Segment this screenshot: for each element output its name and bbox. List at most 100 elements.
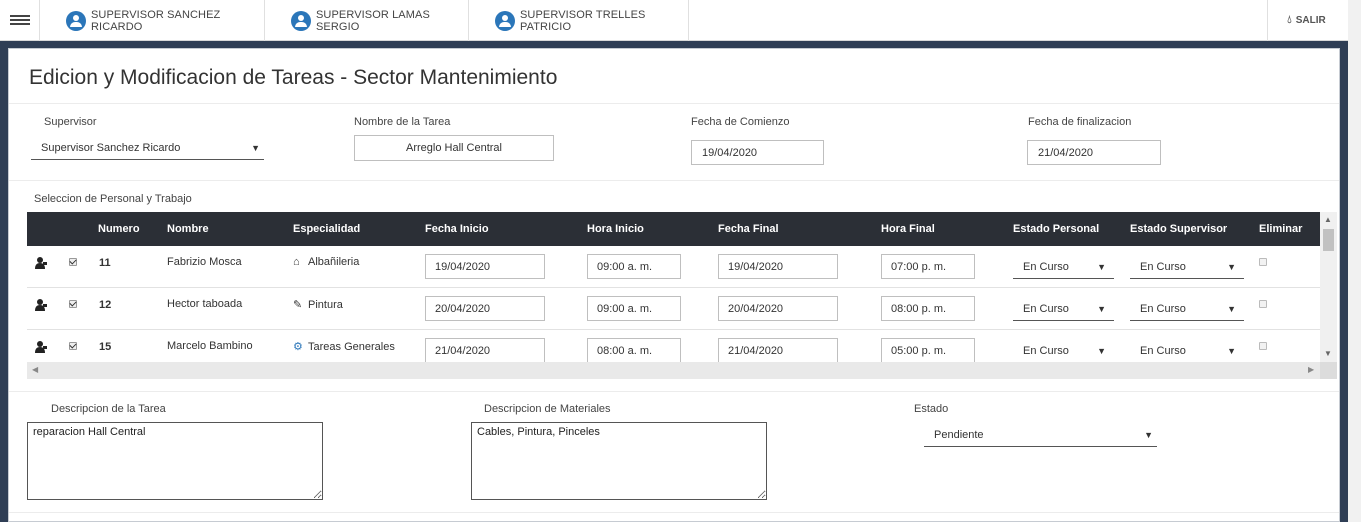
specialty-label: Tareas Generales: [308, 341, 395, 353]
state-value: Pendiente: [934, 429, 984, 441]
page-scrollbar[interactable]: [1348, 0, 1361, 522]
start-date-input[interactable]: 19/04/2020: [691, 140, 824, 165]
tab-label: SUPERVISOR LAMAS SERGIO: [316, 8, 430, 33]
select-value: En Curso: [1023, 260, 1069, 273]
col-hora-final: Hora Final: [881, 223, 935, 235]
divider: [9, 103, 1339, 104]
trowel-icon: ⌂: [293, 256, 300, 268]
page-title: Edicion y Modificacion de Tareas - Secto…: [29, 66, 558, 89]
row-delete-checkbox[interactable]: [1259, 258, 1267, 266]
row-especialidad: ✎ Pintura: [293, 298, 343, 311]
divider: [9, 512, 1339, 513]
row-fecha-inicio-input[interactable]: 20/04/2020: [425, 296, 545, 321]
task-description-label: Descripcion de la Tarea: [51, 403, 166, 415]
caret-down-icon: ▼: [1097, 303, 1106, 314]
caret-down-icon: ▼: [1097, 261, 1106, 272]
row-estado-supervisor-select[interactable]: En Curso ▼: [1130, 339, 1244, 363]
select-value: En Curso: [1140, 302, 1186, 315]
top-navbar: SUPERVISOR SANCHEZ RICARDO SUPERVISOR LA…: [0, 0, 1361, 41]
scroll-corner: [1320, 362, 1337, 379]
specialty-label: Albañileria: [308, 256, 360, 268]
row-hora-final-input[interactable]: 05:00 p. m.: [881, 338, 975, 363]
select-value: En Curso: [1140, 260, 1186, 273]
row-numero: 15: [99, 341, 112, 353]
row-fecha-final-input[interactable]: 20/04/2020: [718, 296, 838, 321]
row-fecha-inicio-input[interactable]: 19/04/2020: [425, 254, 545, 279]
row-delete-checkbox[interactable]: [1259, 300, 1267, 308]
end-date-input[interactable]: 21/04/2020: [1027, 140, 1161, 165]
row-hora-final-input[interactable]: 08:00 p. m.: [881, 296, 975, 321]
col-eliminar: Eliminar: [1259, 223, 1303, 235]
caret-down-icon: ▼: [1097, 345, 1106, 356]
user-icon: [291, 10, 311, 31]
row-fecha-inicio-input[interactable]: 21/04/2020: [425, 338, 545, 363]
row-especialidad: ⌂ Albañileria: [293, 256, 359, 268]
tools-icon: ⚙: [293, 341, 303, 353]
row-estado-supervisor-select[interactable]: En Curso ▼: [1130, 255, 1244, 279]
state-label: Estado: [914, 403, 949, 415]
scroll-up-icon[interactable]: ▲: [1324, 215, 1332, 224]
hamburger-menu-icon[interactable]: [0, 0, 40, 41]
caret-down-icon: ▼: [1227, 261, 1236, 272]
row-delete-checkbox[interactable]: [1259, 342, 1267, 350]
row-estado-personal-select[interactable]: En Curso ▼: [1013, 255, 1114, 279]
personnel-table: Numero Nombre Especialidad Fecha Inicio …: [27, 212, 1337, 379]
col-hora-inicio: Hora Inicio: [587, 223, 644, 235]
col-estado-personal: Estado Personal: [1013, 223, 1100, 235]
divider: [9, 180, 1339, 181]
end-date-label: Fecha de finalizacion: [1028, 116, 1132, 128]
col-numero: Numero: [98, 223, 140, 235]
worker-icon[interactable]: [34, 340, 48, 354]
scroll-left-icon[interactable]: ◀: [32, 365, 38, 374]
caret-down-icon: ▼: [1227, 303, 1236, 314]
start-date-label: Fecha de Comienzo: [691, 116, 790, 128]
scroll-down-icon[interactable]: ▼: [1324, 349, 1332, 358]
tab-supervisor-sanchez[interactable]: SUPERVISOR SANCHEZ RICARDO: [40, 0, 265, 41]
scroll-thumb[interactable]: [1323, 229, 1334, 251]
paint-roller-icon: ✎: [293, 299, 303, 311]
caret-down-icon: ▼: [251, 143, 260, 153]
row-fecha-final-input[interactable]: 21/04/2020: [718, 338, 838, 363]
materials-description-label: Descripcion de Materiales: [484, 403, 611, 415]
row-hora-final-input[interactable]: 07:00 p. m.: [881, 254, 975, 279]
task-description-textarea[interactable]: reparacion Hall Central: [27, 422, 323, 500]
row-nombre: Marcelo Bambino: [167, 340, 253, 352]
scroll-right-icon[interactable]: ▶: [1308, 365, 1314, 374]
row-select-checkbox[interactable]: [69, 342, 77, 350]
personnel-section-label: Seleccion de Personal y Trabajo: [34, 193, 192, 205]
worker-icon[interactable]: [34, 298, 48, 312]
row-hora-inicio-input[interactable]: 09:00 a. m.: [587, 296, 681, 321]
task-name-label: Nombre de la Tarea: [354, 116, 451, 128]
tab-label: SUPERVISOR TRELLES PATRICIO: [520, 8, 646, 33]
supervisor-select[interactable]: Supervisor Sanchez Ricardo ▼: [31, 137, 264, 160]
exit-button[interactable]: 💧︎ SALIR: [1267, 0, 1345, 41]
specialty-label: Pintura: [308, 299, 343, 311]
row-estado-personal-select[interactable]: En Curso ▼: [1013, 297, 1114, 321]
table-row: 12 Hector taboada ✎ Pintura 20/04/2020 09…: [27, 288, 1320, 330]
row-estado-personal-select[interactable]: En Curso ▼: [1013, 339, 1114, 363]
table-horizontal-scrollbar[interactable]: ◀ ▶: [27, 362, 1337, 379]
drop-icon: 💧︎: [1287, 14, 1292, 26]
materials-description-textarea[interactable]: Cables, Pintura, Pinceles: [471, 422, 767, 500]
row-select-checkbox[interactable]: [69, 300, 77, 308]
user-icon: [66, 10, 86, 31]
col-fecha-inicio: Fecha Inicio: [425, 223, 489, 235]
tab-supervisor-trelles[interactable]: SUPERVISOR TRELLES PATRICIO: [469, 0, 689, 41]
row-nombre: Hector taboada: [167, 298, 243, 310]
supervisor-value: Supervisor Sanchez Ricardo: [41, 142, 181, 154]
tab-supervisor-lamas[interactable]: SUPERVISOR LAMAS SERGIO: [265, 0, 469, 41]
row-hora-inicio-input[interactable]: 09:00 a. m.: [587, 254, 681, 279]
caret-down-icon: ▼: [1227, 345, 1236, 356]
select-value: En Curso: [1023, 302, 1069, 315]
state-select[interactable]: Pendiente ▼: [924, 424, 1157, 447]
row-especialidad: ⚙ Tareas Generales: [293, 340, 395, 353]
table-vertical-scrollbar[interactable]: ▲ ▼: [1320, 212, 1337, 362]
user-icon: [495, 10, 515, 31]
row-select-checkbox[interactable]: [69, 258, 77, 266]
row-hora-inicio-input[interactable]: 08:00 a. m.: [587, 338, 681, 363]
task-name-input[interactable]: Arreglo Hall Central: [354, 135, 554, 161]
row-estado-supervisor-select[interactable]: En Curso ▼: [1130, 297, 1244, 321]
worker-icon[interactable]: [34, 256, 48, 270]
row-fecha-final-input[interactable]: 19/04/2020: [718, 254, 838, 279]
col-nombre: Nombre: [167, 223, 209, 235]
